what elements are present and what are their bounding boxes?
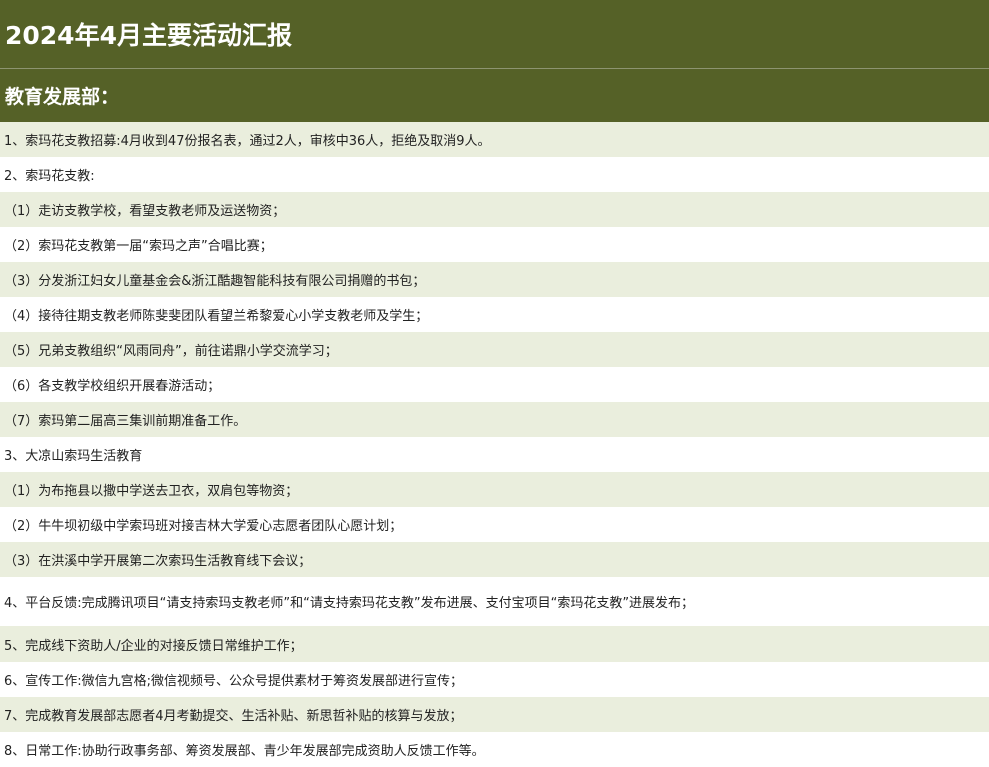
activity-list: 1、索玛花支教招募:4月收到47份报名表，通过2人，审核中36人，拒绝及取消9人…	[0, 122, 989, 767]
list-item: 4、平台反馈:完成腾讯项目“请支持索玛支教老师”和“请支持索玛花支教”发布进展、…	[0, 577, 989, 626]
section-title: 教育发展部：	[0, 69, 989, 122]
list-item: （3）在洪溪中学开展第二次索玛生活教育线下会议；	[0, 542, 989, 577]
list-item: （1）为布拖县以撒中学送去卫衣，双肩包等物资；	[0, 472, 989, 507]
list-item: 5、完成线下资助人/企业的对接反馈日常维护工作；	[0, 626, 989, 662]
list-item: （4）接待往期支教老师陈斐斐团队看望兰希黎爱心小学支教老师及学生；	[0, 297, 989, 332]
page-title: 2024年4月主要活动汇报	[0, 0, 989, 69]
list-item: （3）分发浙江妇女儿童基金会&浙江酷趣智能科技有限公司捐赠的书包；	[0, 262, 989, 297]
list-item: 2、索玛花支教:	[0, 157, 989, 192]
list-item: 3、大凉山索玛生活教育	[0, 437, 989, 472]
list-item: （1）走访支教学校，看望支教老师及运送物资；	[0, 192, 989, 227]
list-item: （2）索玛花支教第一届“索玛之声”合唱比赛；	[0, 227, 989, 262]
list-item: 6、宣传工作:微信九宫格;微信视频号、公众号提供素材于筹资发展部进行宣传；	[0, 662, 989, 697]
list-item: （5）兄弟支教组织“风雨同舟”，前往诺鼎小学交流学习；	[0, 332, 989, 367]
list-item: 1、索玛花支教招募:4月收到47份报名表，通过2人，审核中36人，拒绝及取消9人…	[0, 122, 989, 157]
list-item: 8、日常工作:协助行政事务部、筹资发展部、青少年发展部完成资助人反馈工作等。	[0, 732, 989, 767]
list-item: （6）各支教学校组织开展春游活动；	[0, 367, 989, 402]
list-item: （2）牛牛坝初级中学索玛班对接吉林大学爱心志愿者团队心愿计划；	[0, 507, 989, 542]
list-item: 7、完成教育发展部志愿者4月考勤提交、生活补贴、新思哲补贴的核算与发放；	[0, 697, 989, 732]
list-item: （7）索玛第二届高三集训前期准备工作。	[0, 402, 989, 437]
report-page: 2024年4月主要活动汇报 教育发展部： 1、索玛花支教招募:4月收到47份报名…	[0, 0, 989, 767]
